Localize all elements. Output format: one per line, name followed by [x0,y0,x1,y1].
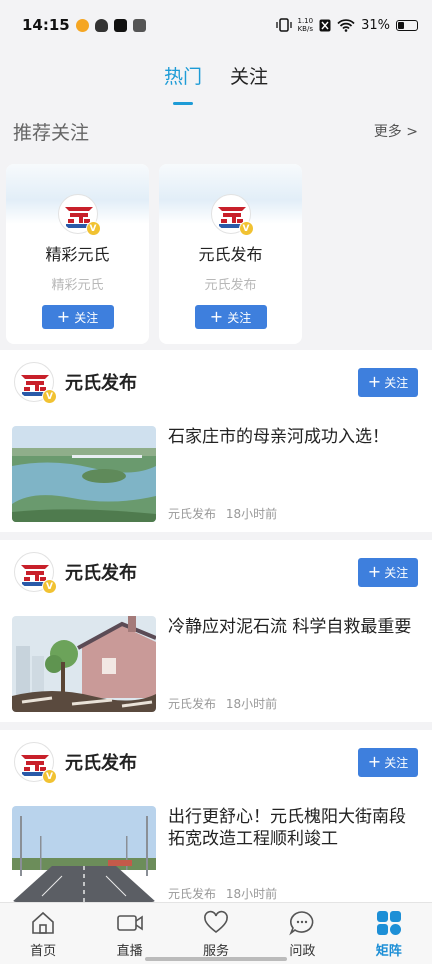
river-aerial-image [12,426,156,522]
top-tabs: 热门 关注 [0,50,432,108]
card-follow-button[interactable]: + 关注 [41,305,114,329]
status-time: 14:15 [22,16,70,34]
post-title[interactable]: 冷静应对泥石流 科学自救最重要 [168,616,411,638]
video-icon [116,914,143,931]
recommend-title: 推荐关注 [13,121,90,144]
post-account-name[interactable]: 元氏发布 [65,749,358,775]
recommend-header: 推荐关注 更多 > [0,108,432,154]
tab-hot[interactable]: 热门 [164,62,202,89]
post-source: 元氏发布 [168,697,217,711]
account-logo: V [57,194,101,236]
post-header: V 元氏发布 + 关注 [0,350,432,414]
post-title[interactable]: 出行更舒心！元氏槐阳大街南段拓宽改造工程顺利竣工 [168,806,418,850]
plus-icon: + [367,372,382,391]
card-account-name: 元氏发布 [198,245,263,264]
battery-percent: 31% [361,17,390,33]
verified-badge-icon: V [238,221,254,236]
data-off-icon [319,19,331,31]
post-meta: 元氏发布 18小时前 [168,885,418,902]
weibo-icon [75,18,89,32]
home-indicator[interactable] [145,957,287,961]
post-item[interactable]: V 元氏发布 + 关注 石家庄市的母亲河成功入选！ 元氏发布 18小时前 [0,350,432,540]
post-header: V 元氏发布 + 关注 [0,540,432,604]
battery-icon [396,19,418,31]
plus-icon: + [367,752,382,771]
app-icon [132,18,146,32]
nav-item-service[interactable]: 服务 [181,909,251,959]
post-meta: 元氏发布 18小时前 [168,505,389,522]
plus-icon: + [56,307,71,326]
verified-badge-icon: V [42,389,57,404]
account-logo[interactable]: V [14,362,57,404]
account-logo: V [210,194,254,236]
recommend-card[interactable]: V 元氏发布 元氏发布 + 关注 [159,164,302,344]
account-logo[interactable]: V [14,742,57,784]
more-link[interactable]: 更多 > [374,121,418,141]
post-time: 18小时前 [225,887,278,901]
net-speed: 1.10 KB/s [297,17,314,33]
post-source: 元氏发布 [168,887,217,901]
post-time: 18小时前 [225,507,278,521]
post-account-name[interactable]: 元氏发布 [65,369,358,395]
heart-icon [204,910,228,933]
post-meta: 元氏发布 18小时前 [168,695,411,712]
follow-button[interactable]: + 关注 [358,557,418,587]
vibrate-icon [275,18,292,32]
nav-item-matrix[interactable]: 矩阵 [354,909,424,959]
post-item[interactable]: V 元氏发布 + 关注 [0,540,432,730]
nav-item-home[interactable]: 首页 [8,909,78,959]
lightbulb-icon [94,18,108,32]
follow-button[interactable]: + 关注 [358,367,418,397]
post-account-name[interactable]: 元氏发布 [65,559,358,585]
post-title[interactable]: 石家庄市的母亲河成功入选！ [168,426,389,448]
status-bar: 14:15 1.10 KB/s 31% [0,0,432,50]
road-street-image [12,806,156,902]
account-logo[interactable]: V [14,552,57,594]
tab-following[interactable]: 关注 [230,62,268,89]
card-account-desc: 元氏发布 [204,278,257,293]
card-follow-button[interactable]: + 关注 [194,305,267,329]
post-thumbnail[interactable] [12,426,156,522]
card-account-name: 精彩元氏 [45,245,110,264]
grid-icon [376,910,401,935]
post-time: 18小时前 [225,697,278,711]
verified-badge-icon: V [42,769,57,784]
post-thumbnail[interactable] [12,806,156,902]
verified-badge-icon: V [85,221,101,236]
nav-item-inquiry[interactable]: 问政 [267,909,337,959]
post-source: 元氏发布 [168,507,217,521]
home-icon [32,911,54,934]
card-account-desc: 精彩元氏 [51,278,104,293]
bottom-nav: 首页 直播 服务 问政 矩阵 [0,902,432,964]
plus-icon: + [367,562,382,581]
post-feed: V 元氏发布 + 关注 石家庄市的母亲河成功入选！ 元氏发布 18小时前 V 元… [0,350,432,912]
mudflow-illustration-image [12,616,156,712]
nav-item-live[interactable]: 直播 [95,909,165,959]
wifi-icon [337,18,355,32]
follow-button[interactable]: + 关注 [358,747,418,777]
recommend-card[interactable]: V 精彩元氏 精彩元氏 + 关注 [6,164,149,344]
post-item[interactable]: V 元氏发布 + 关注 [0,730,432,912]
plus-icon: + [209,307,224,326]
chat-icon [289,910,314,935]
post-thumbnail[interactable] [12,616,156,712]
verified-badge-icon: V [42,579,57,594]
tiktok-icon [113,18,127,32]
recommend-cards: V 精彩元氏 精彩元氏 + 关注 V 元氏发布 元氏发布 + 关注 [0,154,432,350]
post-header: V 元氏发布 + 关注 [0,730,432,794]
